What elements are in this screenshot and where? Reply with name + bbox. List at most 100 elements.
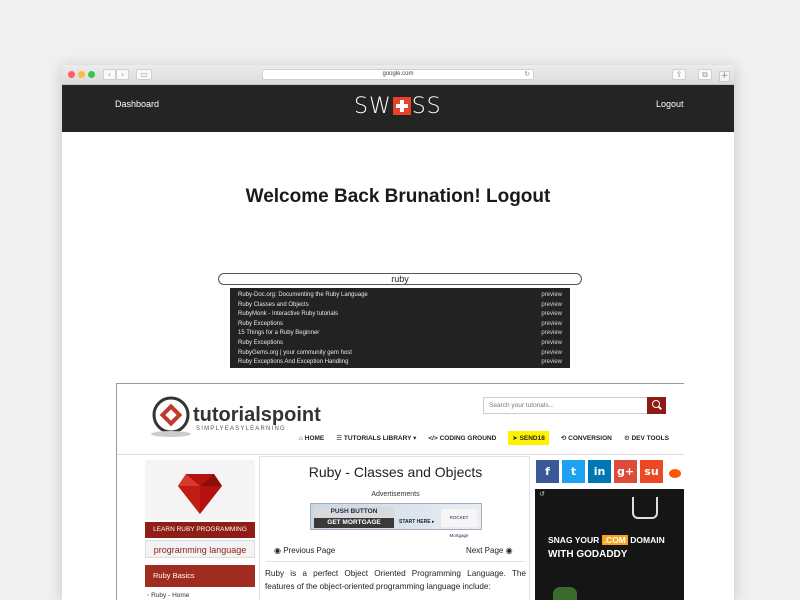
menu-item-coding-ground[interactable]: </> CODING GROUND: [428, 435, 496, 442]
conversion-icon: ⟲: [560, 435, 567, 442]
close-window-button[interactable]: [68, 71, 75, 78]
dashboard-link[interactable]: Dashboard: [115, 99, 159, 109]
back-button[interactable]: ‹: [103, 69, 116, 80]
next-page-link[interactable]: Next Page ◉: [466, 546, 513, 555]
page-preview-frame[interactable]: tutorialspoint SIMPLYEASYLEARNING Search…: [116, 383, 684, 600]
previous-page-link[interactable]: ◉ Previous Page: [274, 546, 335, 555]
ruby-home-label: Ruby - Home: [151, 592, 190, 599]
result-title[interactable]: RubyMonk - Interactive Ruby tutorials: [238, 310, 338, 320]
new-tab-button[interactable]: +: [719, 71, 730, 82]
refresh-icon[interactable]: ↺: [539, 490, 545, 498]
godaddy-mascot-icon: [553, 587, 577, 600]
result-preview-link[interactable]: preview: [541, 349, 562, 359]
tp-logo-tagline: SIMPLYEASYLEARNING: [196, 426, 286, 432]
maximize-window-button[interactable]: [88, 71, 95, 78]
menu-item-tutorials-library[interactable]: ☰ TUTORIALS LIBRARY ▾: [336, 434, 416, 442]
result-title[interactable]: Ruby-Doc.org: Documenting the Ruby Langu…: [238, 291, 368, 301]
reddit-icon[interactable]: [666, 460, 684, 483]
result-preview-link[interactable]: preview: [541, 310, 562, 320]
result-title[interactable]: 15 Things for a Ruby Beginner: [238, 329, 319, 339]
header-divider: [117, 454, 684, 455]
article-content: Ruby - Classes and Objects Advertisement…: [259, 456, 530, 600]
welcome-heading: Welcome Back Brunation! Logout: [245, 186, 551, 207]
menu-item-conversion[interactable]: ⟲ CONVERSION: [561, 434, 612, 442]
mortgage-ad[interactable]: PUSH BUTTON GET MORTGAGE START HERE ▸ RO…: [310, 503, 482, 538]
article-title: Ruby - Classes and Objects: [308, 464, 483, 480]
minimize-window-button[interactable]: [78, 71, 85, 78]
tutorials-search-input[interactable]: Search your tutorials...: [483, 397, 648, 414]
godaddy-ad[interactable]: ↺ SNAG YOUR .COM DOMAIN WITH GODADDY: [535, 489, 684, 600]
menu-item-label: SEND18: [519, 435, 545, 442]
address-bar-url: google.com: [382, 71, 414, 77]
reload-icon[interactable]: ↻: [524, 70, 530, 79]
tutorialspoint-emblem-icon: [151, 396, 191, 437]
search-input[interactable]: [218, 273, 582, 285]
forward-button[interactable]: ›: [116, 69, 129, 80]
facebook-icon[interactable]: f: [536, 460, 559, 483]
result-row[interactable]: Ruby Classes and Objects preview: [238, 301, 562, 311]
menu-item-send18[interactable]: ➤ SEND18: [508, 431, 549, 445]
tools-icon: ⚙: [623, 435, 630, 442]
learn-ruby-banner[interactable]: LEARN RUBY PROGRAMMING: [145, 522, 255, 538]
result-preview-link[interactable]: preview: [541, 320, 562, 330]
menu-item-label: HOME: [304, 434, 325, 442]
twitter-icon[interactable]: t: [562, 460, 585, 483]
home-icon: ⌂: [299, 434, 303, 442]
result-row[interactable]: RubyGems.org | your community gem host pr…: [238, 349, 562, 359]
menu-item-label: DEV TOOLS: [631, 435, 669, 442]
result-preview-link[interactable]: preview: [541, 339, 562, 349]
code-icon: </>: [428, 434, 438, 442]
browser-titlebar: ‹ › ▭ google.com ↻ ⇪ ⧉ +: [62, 65, 734, 85]
menu-item-home[interactable]: ⌂ HOME: [299, 435, 324, 442]
ruby-gem-icon: [178, 474, 222, 514]
ad-line2: GET MORTGAGE: [314, 518, 394, 528]
result-row[interactable]: Ruby Exceptions And Exception Handling pr…: [238, 358, 562, 368]
logo-text-left: SW: [354, 94, 392, 119]
result-row[interactable]: Ruby Exceptions preview: [238, 320, 562, 330]
advertisements-label: Advertisements: [371, 491, 420, 498]
result-row[interactable]: Ruby Exceptions preview: [238, 339, 562, 349]
ad-line1: PUSH BUTTON: [314, 507, 394, 517]
result-title[interactable]: Ruby Classes and Objects: [238, 301, 309, 311]
linkedin-icon[interactable]: in: [588, 460, 611, 483]
ad-cta: START HERE ▸: [399, 519, 435, 525]
address-bar[interactable]: google.com ↻: [262, 69, 534, 80]
ad-brand: ROCKET Mortgage: [441, 509, 477, 538]
tabs-overview-icon[interactable]: ⧉: [698, 69, 712, 80]
menu-item-dev-tools[interactable]: ⚙ DEV TOOLS: [624, 434, 669, 442]
sidebar-link-ruby-home[interactable]: ◦ Ruby - Home: [147, 592, 189, 599]
share-icon[interactable]: ⇪: [672, 69, 686, 80]
result-title[interactable]: Ruby Exceptions And Exception Handling: [238, 358, 348, 368]
social-share-bar: f t in g+ su: [536, 460, 684, 483]
logout-link[interactable]: Logout: [656, 99, 684, 109]
browser-window: ‹ › ▭ google.com ↻ ⇪ ⧉ + Dashboard SW SS …: [62, 65, 734, 600]
result-preview-link[interactable]: preview: [541, 329, 562, 339]
send-icon: ➤: [512, 435, 518, 442]
article-intro: Ruby is a perfect Object Oriented Progra…: [265, 569, 526, 591]
godaddy-ad-line1: SNAG YOUR .COM DOMAIN: [548, 535, 665, 545]
tutorials-menu: ⌂ HOME ☰ TUTORIALS LIBRARY ▾ </> CODING GR…: [299, 431, 681, 445]
result-row[interactable]: Ruby-Doc.org: Documenting the Ruby Langu…: [238, 291, 562, 301]
ruby-banner-image[interactable]: [145, 460, 255, 520]
swiss-cross-icon: [392, 97, 411, 115]
search-icon[interactable]: [647, 397, 666, 414]
result-preview-link[interactable]: preview: [541, 301, 562, 311]
result-row[interactable]: 15 Things for a Ruby Beginner preview: [238, 329, 562, 339]
menu-item-label: CODING GROUND: [439, 434, 497, 442]
stumbleupon-icon[interactable]: su: [640, 460, 663, 483]
pager-divider: [266, 561, 525, 562]
menu-item-label: CONVERSION: [568, 435, 612, 442]
result-preview-link[interactable]: preview: [541, 358, 562, 368]
menu-item-label: TUTORIALS LIBRARY ▾: [343, 435, 417, 442]
godaddy-ad-line2: WITH GODADDY: [548, 549, 628, 560]
result-row[interactable]: RubyMonk - Interactive Ruby tutorials pre…: [238, 310, 562, 320]
search-results-list: Ruby-Doc.org: Documenting the Ruby Langu…: [230, 288, 570, 368]
programming-language-banner[interactable]: programming language: [145, 540, 255, 558]
google-plus-icon[interactable]: g+: [614, 460, 637, 483]
sidebar-toggle-icon[interactable]: ▭: [136, 69, 152, 80]
swiss-logo[interactable]: SW SS: [354, 94, 442, 119]
result-title[interactable]: RubyGems.org | your community gem host: [238, 349, 352, 359]
result-title[interactable]: Ruby Exceptions: [238, 339, 283, 349]
result-preview-link[interactable]: preview: [541, 291, 562, 301]
result-title[interactable]: Ruby Exceptions: [238, 320, 283, 330]
